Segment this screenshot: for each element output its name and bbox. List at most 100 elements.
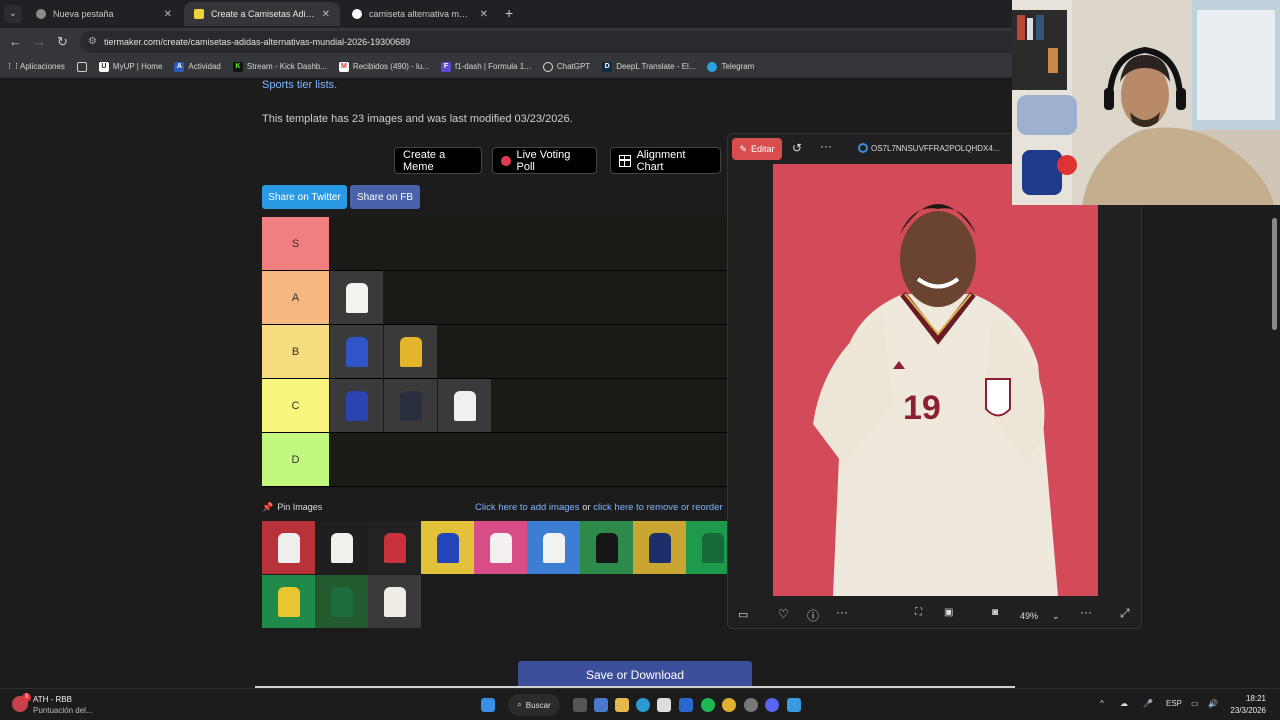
store-icon[interactable] [657,698,671,712]
save-download-button[interactable]: Save or Download [518,661,752,688]
tier-item-image[interactable] [330,379,383,432]
close-icon[interactable]: ✕ [164,9,172,20]
pool-image[interactable] [474,521,527,574]
actual-size-icon[interactable]: ▣ [944,607,953,618]
fit-icon[interactable]: ⛶ [915,607,922,618]
clock[interactable]: 18:21 23/3/2026 [1226,693,1266,717]
file-explorer-icon[interactable] [615,698,629,712]
tier-item-image[interactable] [330,271,383,324]
create-meme-button[interactable]: Create a Meme [394,147,482,174]
more-icon[interactable]: ··· [836,605,848,619]
jersey-thumbnail [346,337,368,367]
more-icon[interactable]: ··· [1080,605,1092,619]
pool-image[interactable] [633,521,686,574]
widgets-button[interactable]: 3 ATH - RBB Puntuación del... [10,692,130,718]
tab-new-tab[interactable]: Nueva pestaña ✕ [26,2,182,26]
pool-image[interactable] [580,521,633,574]
edit-button[interactable]: ✎ Editar [732,138,782,160]
bookmark-gmail[interactable]: M Recibidos (490) - lu... [338,61,429,72]
widgets-icon[interactable] [594,698,608,712]
tier-row[interactable]: C [262,379,728,433]
photos-icon[interactable] [787,698,801,712]
bookmark-telegram[interactable]: Telegram [707,61,754,72]
address-bar[interactable]: ⚙ tiermaker.com/create/camisetas-adidas-… [80,31,1020,53]
tier-label[interactable]: S [262,217,329,270]
fullscreen-icon[interactable]: ⤢ [1120,606,1130,621]
add-images-link[interactable]: Click here to add images [475,502,580,513]
tier-label[interactable]: A [262,271,329,324]
pool-image[interactable] [262,575,315,628]
tier-item-image[interactable] [384,379,437,432]
close-icon[interactable]: ✕ [322,9,330,20]
site-info-icon[interactable]: ⚙ [88,31,97,53]
pool-image[interactable] [421,521,474,574]
pool-image[interactable] [262,521,315,574]
pool-image[interactable] [368,521,421,574]
tab-google-search[interactable]: camiseta alternativa mundial 20 ✕ [342,2,498,26]
more-icon[interactable]: ··· [820,139,832,153]
taskbar-search[interactable]: ⌕ Buscar [508,694,560,716]
bookmark-f1dash[interactable]: Ff1-dash | Formula 1... [440,61,531,72]
chrome-icon[interactable] [722,698,736,712]
pool-image[interactable] [315,521,368,574]
info-icon[interactable]: ⓘ [807,607,819,624]
back-icon[interactable]: ← [9,34,22,49]
rotate-icon[interactable]: ↺ [792,141,802,155]
bookmark-grid[interactable] [76,61,87,72]
task-view-icon[interactable] [573,698,587,712]
network-icon[interactable]: ▭ [1191,699,1199,708]
page-scrollbar[interactable] [1272,218,1277,330]
close-icon[interactable]: ✕ [480,9,488,20]
sports-tier-lists-link[interactable]: Sports tier lists. [262,79,337,91]
language-indicator[interactable]: ESP [1166,699,1182,708]
zoom-select[interactable]: 49% ⌄ [1012,607,1072,625]
alignment-chart-button[interactable]: Alignment Chart [610,147,721,174]
tab-search-button[interactable]: ⌄ [4,5,22,23]
tier-label[interactable]: D [262,433,329,486]
new-tab-button[interactable]: + [505,5,513,21]
bookmark-apps[interactable]: ⋮⋮ Aplicaciones [6,62,65,72]
remove-reorder-link[interactable]: click here to remove or reorder [593,502,722,513]
pool-image[interactable] [315,575,368,628]
tier-row[interactable]: D [262,433,728,487]
viewer-bottom-bar: ▭ ♡ ⓘ ··· ⛶ ▣ ◙ 49% ⌄ ··· ⤢ [728,600,1141,628]
tier-row[interactable]: B [262,325,728,379]
edge-icon[interactable] [636,698,650,712]
chevron-up-icon[interactable]: ^ [1100,699,1104,708]
heart-icon[interactable]: ♡ [778,607,789,621]
share-twitter-button[interactable]: Share on Twitter [262,185,347,209]
share-fb-button[interactable]: Share on FB [350,185,420,209]
obs-icon[interactable] [744,698,758,712]
bookmark-chatgpt[interactable]: ChatGPT [542,61,590,72]
globe-icon [36,9,46,19]
filmstrip-icon[interactable]: ▭ [738,608,748,621]
forward-icon[interactable]: → [33,34,46,49]
live-voting-poll-button[interactable]: Live Voting Poll [492,147,597,174]
tier-item-image[interactable] [384,325,437,378]
spotify-icon[interactable] [701,698,715,712]
volume-icon[interactable]: 🔊 [1208,699,1218,708]
tab-tiermaker[interactable]: Create a Camisetas Adidas alter ✕ [184,2,340,26]
player-image: 19 [773,164,1098,596]
tier-row[interactable]: A [262,271,728,325]
tier-row[interactable]: S [262,217,728,271]
bookmark-myup[interactable]: U MyUP | Home [98,61,162,72]
start-icon[interactable] [481,698,495,712]
pool-image[interactable] [527,521,580,574]
screen: ⌄ Nueva pestaña ✕ Create a Camisetas Adi… [0,0,1280,720]
microphone-icon[interactable]: 🎤 [1143,699,1153,708]
screenshot-icon[interactable]: ◙ [992,607,998,618]
pool-image[interactable] [368,575,421,628]
onedrive-icon[interactable]: ☁ [1120,699,1128,708]
tier-label[interactable]: B [262,325,329,378]
bookmark-kick[interactable]: K Stream - Kick Dashb... [232,61,327,72]
reload-icon[interactable]: ↻ [57,34,68,50]
bookmark-deepl[interactable]: D DeepL Translate - El... [602,61,695,72]
tier-label[interactable]: C [262,379,329,432]
discord-icon[interactable] [765,698,779,712]
tier-item-image[interactable] [438,379,491,432]
jersey-thumbnail [346,391,368,421]
outlook-icon[interactable] [679,698,693,712]
bookmark-actividad[interactable]: A Actividad [174,61,221,72]
tier-item-image[interactable] [330,325,383,378]
